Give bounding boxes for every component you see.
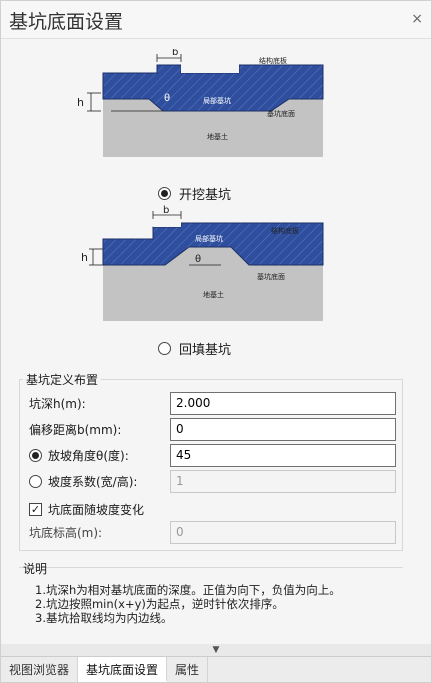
follow-slope-wrap[interactable]: ✓ 坑底面随坡度变化: [29, 501, 229, 518]
dim-h-label: h: [81, 251, 88, 264]
slope-coef-row: 坡度系数(宽/高):: [29, 469, 397, 493]
follow-slope-checkbox[interactable]: ✓: [29, 502, 42, 516]
close-icon[interactable]: ×: [411, 11, 423, 27]
label-structure: 结构底板: [259, 56, 287, 65]
slope-angle-label-wrap: 放坡角度θ(度):: [29, 447, 169, 464]
backfill-label: 回填基坑: [179, 343, 232, 358]
bottom-elev-row: 坑底标高(m):: [29, 520, 397, 544]
title-bar: 基坑底面设置 ×: [1, 1, 431, 39]
dim-b-label: b: [172, 49, 178, 58]
definition-group-title: 基坑定义布置: [23, 371, 102, 388]
label-pit-bottom: 基坑底面: [257, 272, 285, 281]
notes-title: 说明: [23, 562, 48, 576]
theta-label: θ: [195, 254, 201, 265]
panel-title: 基坑底面设置: [9, 11, 124, 33]
slope-angle-radio[interactable]: [29, 448, 42, 462]
backfill-radio[interactable]: [158, 342, 171, 355]
theta-label: θ: [164, 93, 170, 104]
follow-slope-label: 坑底面随坡度变化: [48, 502, 145, 517]
label-ground: 地基土: [203, 290, 224, 299]
excavate-label: 开挖基坑: [179, 188, 232, 203]
tab-view-browser[interactable]: 视图浏览器: [1, 657, 79, 682]
label-local-pit: 局部基坑: [203, 96, 231, 105]
label-pit-bottom: 基坑底面: [267, 109, 295, 118]
depth-row: 坑深h(m):: [29, 391, 397, 415]
slope-angle-row: 放坡角度θ(度):: [29, 443, 397, 467]
backfill-diagram: b h θ 结构底板 局部基坑 基坑底面 地基土: [81, 205, 324, 321]
option-excavate[interactable]: 开挖基坑: [158, 184, 231, 203]
slope-coef-radio[interactable]: [29, 474, 42, 488]
settings-panel: 基坑底面设置 × b h θ 结构底板 局部基坑 基坑底面 地基土 开挖基坑 b…: [0, 0, 432, 683]
offset-row: 偏移距离b(mm):: [29, 417, 397, 441]
depth-label: 坑深h(m):: [29, 396, 86, 411]
depth-input[interactable]: [170, 391, 396, 415]
excavate-radio[interactable]: [158, 187, 171, 200]
bottom-tabs: 视图浏览器 基坑底面设置 属性: [1, 656, 431, 682]
slope-coef-input[interactable]: [170, 469, 396, 493]
slope-angle-input[interactable]: [170, 443, 396, 467]
option-backfill[interactable]: 回填基坑: [158, 339, 231, 358]
bottom-elev-input[interactable]: [170, 520, 396, 544]
slope-angle-label: 放坡角度θ(度):: [48, 448, 129, 463]
follow-slope-row[interactable]: ✓ 坑底面随坡度变化: [29, 497, 397, 521]
label-local-pit: 局部基坑: [195, 234, 223, 243]
dim-h-label: h: [77, 96, 84, 109]
tab-pit-bottom-settings[interactable]: 基坑底面设置: [78, 657, 168, 682]
scroll-down-icon[interactable]: ▼: [1, 644, 431, 656]
excavate-diagram: b h θ 结构底板 局部基坑 基坑底面 地基土: [77, 49, 324, 157]
note-line-3: 3.基坑拾取线均为内边线。: [35, 611, 173, 625]
offset-label: 偏移距离b(mm):: [29, 422, 122, 437]
label-structure: 结构底板: [271, 226, 299, 235]
tab-properties[interactable]: 属性: [167, 657, 209, 682]
slope-coef-label: 坡度系数(宽/高):: [48, 474, 138, 489]
dim-b-label: b: [163, 205, 169, 216]
bottom-elev-label: 坑底标高(m):: [29, 525, 103, 540]
slope-coef-label-wrap: 坡度系数(宽/高):: [29, 473, 169, 490]
offset-input[interactable]: [170, 417, 396, 441]
label-ground: 地基土: [207, 132, 228, 141]
